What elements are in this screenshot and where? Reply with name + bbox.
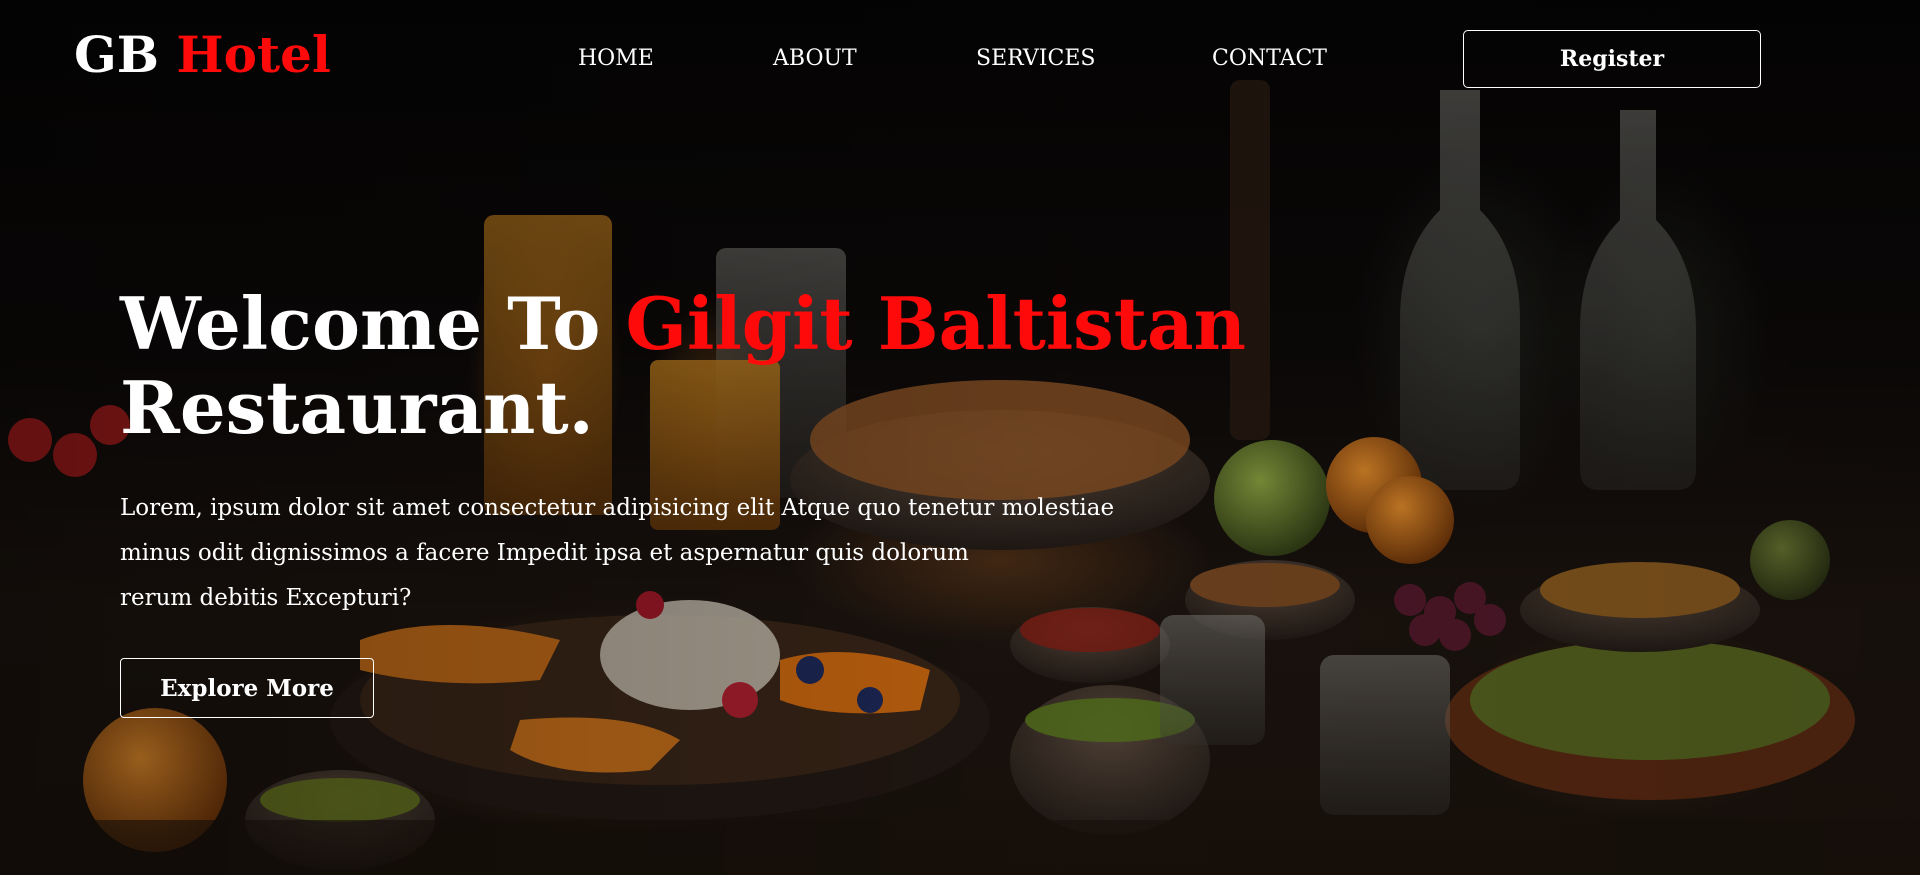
hero-title-line2: Restaurant. bbox=[120, 365, 594, 450]
hero-section: GB Hotel HOME ABOUT SERVICES CONTACT Reg… bbox=[0, 0, 1920, 875]
hero-description-line: rerum debitis Excepturi? bbox=[120, 585, 412, 611]
hero-title-part1: Welcome To bbox=[120, 281, 601, 366]
explore-more-button[interactable]: Explore More bbox=[120, 658, 374, 718]
hero-description-line: minus odit dignissimos a facere Impedit … bbox=[120, 540, 969, 566]
nav-contact-link[interactable]: CONTACT bbox=[1212, 44, 1327, 74]
hero-title-accent: Gilgit Baltistan bbox=[625, 281, 1246, 366]
brand-name-part2: Hotel bbox=[176, 25, 331, 84]
nav-about-link[interactable]: ABOUT bbox=[773, 44, 857, 74]
hero-description: Lorem, ipsum dolor sit amet consectetur … bbox=[120, 486, 1160, 621]
register-button[interactable]: Register bbox=[1463, 30, 1761, 88]
brand-logo[interactable]: GB Hotel bbox=[74, 24, 331, 86]
hero-title: Welcome To Gilgit Baltistan Restaurant. bbox=[120, 282, 1246, 450]
brand-name-part1: GB bbox=[74, 25, 159, 84]
nav-services-link[interactable]: SERVICES bbox=[976, 44, 1095, 74]
hero-description-line: Lorem, ipsum dolor sit amet consectetur … bbox=[120, 495, 1115, 521]
nav-home-link[interactable]: HOME bbox=[578, 44, 654, 74]
